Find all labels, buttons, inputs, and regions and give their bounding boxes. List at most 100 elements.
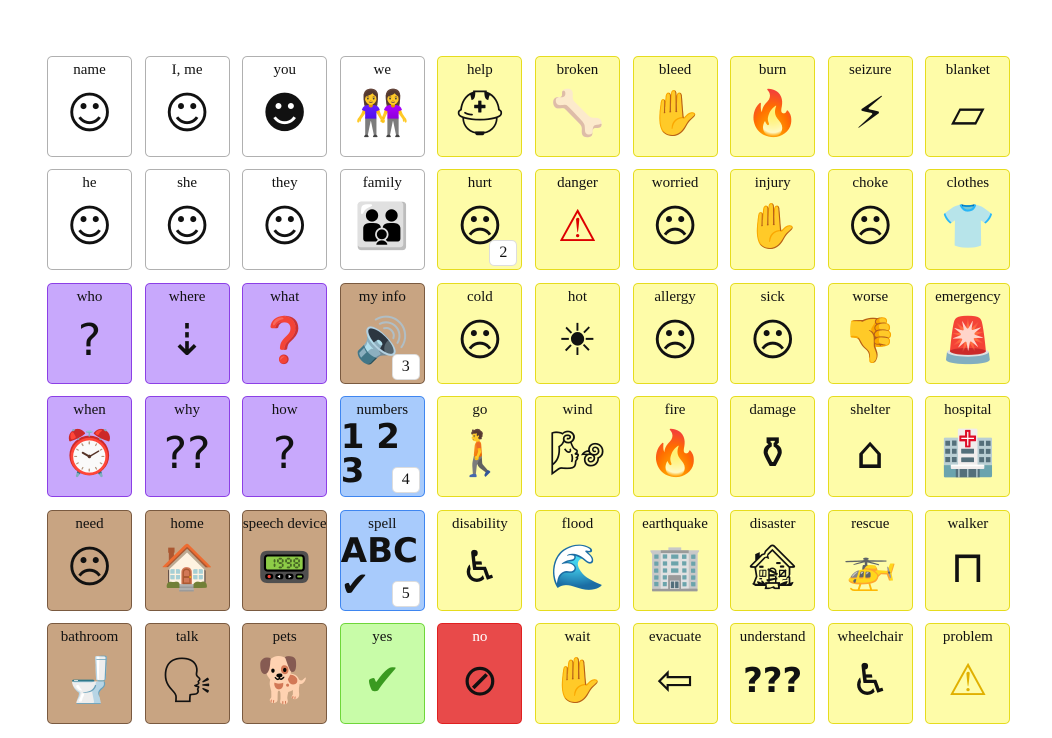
cell-fire[interactable]: fire 🔥 (632, 396, 718, 498)
cell-label: you (273, 62, 296, 78)
cell-numbers[interactable]: numbers 1 2 34 (339, 396, 425, 498)
cell-disability[interactable]: disability ♿ (437, 509, 523, 611)
worried-icon: ☹ (652, 201, 698, 253)
cell-why[interactable]: why?? (144, 396, 230, 498)
cell-hurt[interactable]: hurt ☹ 2 (437, 169, 523, 271)
cell-walker[interactable]: walker ⊓ (925, 509, 1011, 611)
thumbs-down-icon: 👎 (842, 314, 898, 366)
cell-wheelchair[interactable]: wheelchair ♿ (827, 622, 913, 724)
allergy-icon: ☹ (652, 314, 698, 366)
cell-cold[interactable]: cold ☹ (437, 282, 523, 384)
cell-when[interactable]: when ⏰ (47, 396, 132, 498)
cell-you[interactable]: you ☻ (242, 56, 328, 157)
cell-help[interactable]: help ⛑ (437, 56, 523, 157)
cell-label: hurt (467, 175, 492, 192)
cell-problem[interactable]: problem ⚠ (925, 622, 1011, 724)
cell-need[interactable]: need ☹ (47, 509, 132, 611)
cell-label: disaster (749, 515, 796, 532)
cell-sick[interactable]: sick ☹ (730, 282, 816, 384)
cell-go[interactable]: go 🚶 (437, 396, 523, 498)
cell-what[interactable]: what ❓ (242, 282, 328, 384)
family-icon: 👪 (354, 201, 410, 253)
cell-we[interactable]: we 👭 (339, 56, 425, 157)
cell-choke[interactable]: choke ☹ (827, 169, 913, 271)
two-people-icon: 👭 (354, 88, 410, 139)
cell-earthquake[interactable]: earthquake 🏢 (632, 509, 718, 611)
wind-icon: 🌬 (549, 428, 606, 480)
cell-damage[interactable]: damage ⚱ (730, 396, 816, 498)
no-sign-icon: ⊘ (461, 654, 499, 706)
cell-allergy[interactable]: allergy ☹ (632, 282, 718, 384)
cell-name[interactable]: name ☺ (47, 56, 132, 157)
cell-label: home (170, 515, 204, 532)
cell-she[interactable]: she ☺ (144, 169, 230, 271)
point-you-icon: ☻ (261, 88, 308, 139)
earthquake-icon: 🏢 (647, 541, 703, 593)
cell-bathroom[interactable]: bathroom 🚽 (47, 622, 132, 724)
cell-shelter[interactable]: shelter ⌂ (827, 396, 913, 498)
cell-burn[interactable]: burn 🔥 (730, 56, 816, 157)
cell-injury[interactable]: injury ✋ (730, 169, 816, 271)
cell-danger[interactable]: danger ⚠ (534, 169, 620, 271)
cell-my-info[interactable]: my info 🔊 3 (339, 282, 425, 384)
cell-worried[interactable]: worried ☹ (632, 169, 718, 271)
cell-label: help (466, 62, 493, 78)
cell-label: bathroom (60, 628, 119, 645)
question-marks-icon: ?? (163, 428, 211, 480)
page-badge: 5 (391, 580, 420, 607)
cell-home[interactable]: home 🏠 (144, 509, 230, 611)
warning-icon: ⚠ (948, 654, 988, 706)
cell-label: we (373, 62, 392, 78)
cell-label: clothes (946, 175, 990, 192)
cell-blanket[interactable]: blanket ▱ (925, 56, 1011, 157)
cell-i-me[interactable]: I, me ☺ (144, 56, 230, 157)
cell-emergency[interactable]: emergency 🚨 (925, 282, 1011, 384)
cell-where[interactable]: where ⇣ (144, 282, 230, 384)
injury-icon: ✋ (745, 201, 801, 253)
fire-icon: 🔥 (647, 428, 703, 480)
cell-label: emergency (935, 288, 1001, 305)
cell-label: spell (368, 515, 397, 532)
checkmark-icon: ✔ (363, 654, 401, 706)
cell-he[interactable]: he ☺ (47, 169, 132, 271)
cell-spell[interactable]: spell ABC ✔ 5 (339, 509, 425, 611)
cell-flood[interactable]: flood 🌊 (534, 509, 620, 611)
cell-evacuate[interactable]: evacuate ⇦ (632, 622, 718, 724)
cell-hospital[interactable]: hospital 🏥 (925, 396, 1011, 498)
seizure-icon: ⚡ (854, 88, 886, 139)
cell-label: when (73, 402, 106, 419)
cell-label: fire (664, 402, 686, 419)
cell-worse[interactable]: worse 👎 (827, 282, 913, 384)
cell-they[interactable]: they ☺ (242, 169, 328, 271)
cell-speech-device[interactable]: speech device 📟 (242, 509, 328, 611)
cell-label: wait (564, 628, 591, 645)
cell-label: how (271, 402, 298, 419)
cell-label: rescue (851, 515, 890, 532)
cell-hot[interactable]: hot ☀ (534, 282, 620, 384)
cell-who[interactable]: who? (47, 282, 132, 384)
cell-wind[interactable]: wind 🌬 (534, 396, 620, 498)
cell-label: pets (272, 628, 297, 645)
cell-how[interactable]: how? (242, 396, 328, 498)
cell-broken[interactable]: broken 🦴 (534, 56, 620, 157)
cell-pets[interactable]: pets 🐕 (242, 622, 328, 724)
cell-label: yes (372, 628, 393, 645)
cell-family[interactable]: family 👪 (339, 169, 425, 271)
he-icon: ☺ (66, 201, 113, 253)
help-icon: ⛑ (451, 88, 508, 139)
cell-label: sick (760, 288, 785, 305)
cell-label: where (168, 288, 206, 305)
cell-talk[interactable]: talk 🗣 (144, 622, 230, 724)
cell-label: flood (561, 515, 594, 532)
cell-yes[interactable]: yes ✔ (339, 622, 425, 724)
cell-clothes[interactable]: clothes 👕 (925, 169, 1011, 271)
cell-seizure[interactable]: seizure ⚡ (827, 56, 913, 157)
cell-wait[interactable]: wait ✋ (534, 622, 620, 724)
cell-label: my info (358, 288, 406, 305)
cell-no[interactable]: no ⊘ (437, 622, 523, 724)
cell-bleed[interactable]: bleed ✋ (632, 56, 718, 157)
cell-disaster[interactable]: disaster 🏚 (730, 509, 816, 611)
pets-icon: 🐕 (257, 654, 313, 706)
cell-rescue[interactable]: rescue 🚁 (827, 509, 913, 611)
cell-understand[interactable]: understand??? (730, 622, 816, 724)
